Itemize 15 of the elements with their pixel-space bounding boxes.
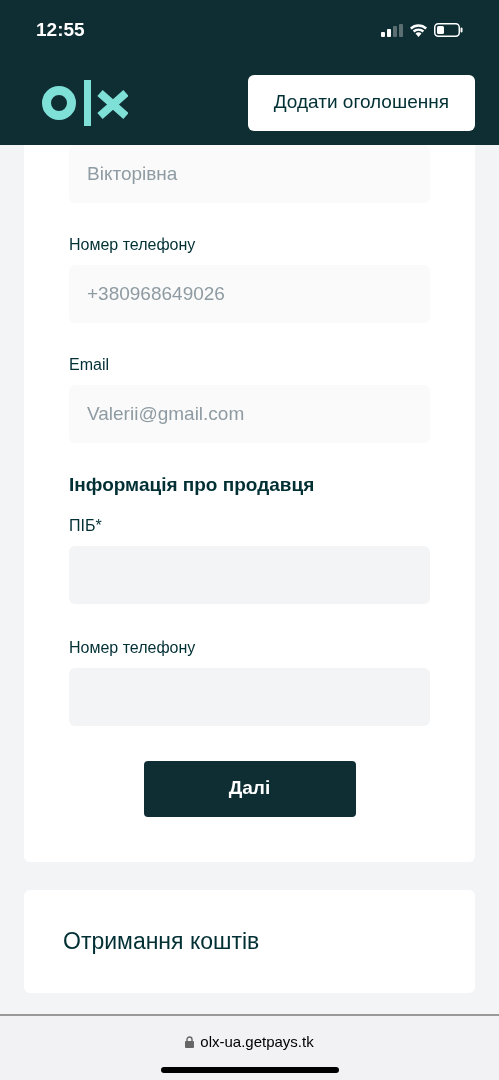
section-title: Інформація про продавця (69, 473, 316, 497)
signal-icon (381, 23, 403, 37)
url-text[interactable]: olx-ua.getpays.tk (200, 1031, 314, 1054)
add-listing-button[interactable]: Додати оголошення (247, 74, 475, 131)
card-title: Отримання коштів (63, 926, 260, 956)
field-label: Номер телефону (69, 235, 197, 255)
field-label: Email (69, 355, 110, 375)
next-button[interactable]: Далі (143, 760, 356, 817)
field-label: ПІБ* (69, 515, 103, 536)
lock-icon (185, 1036, 195, 1049)
wifi-icon (409, 23, 428, 37)
battery-icon (434, 23, 463, 37)
status-time: 12:55 (36, 17, 85, 42)
logo-icon (42, 77, 128, 128)
field-label: Номер телефону (69, 637, 197, 658)
